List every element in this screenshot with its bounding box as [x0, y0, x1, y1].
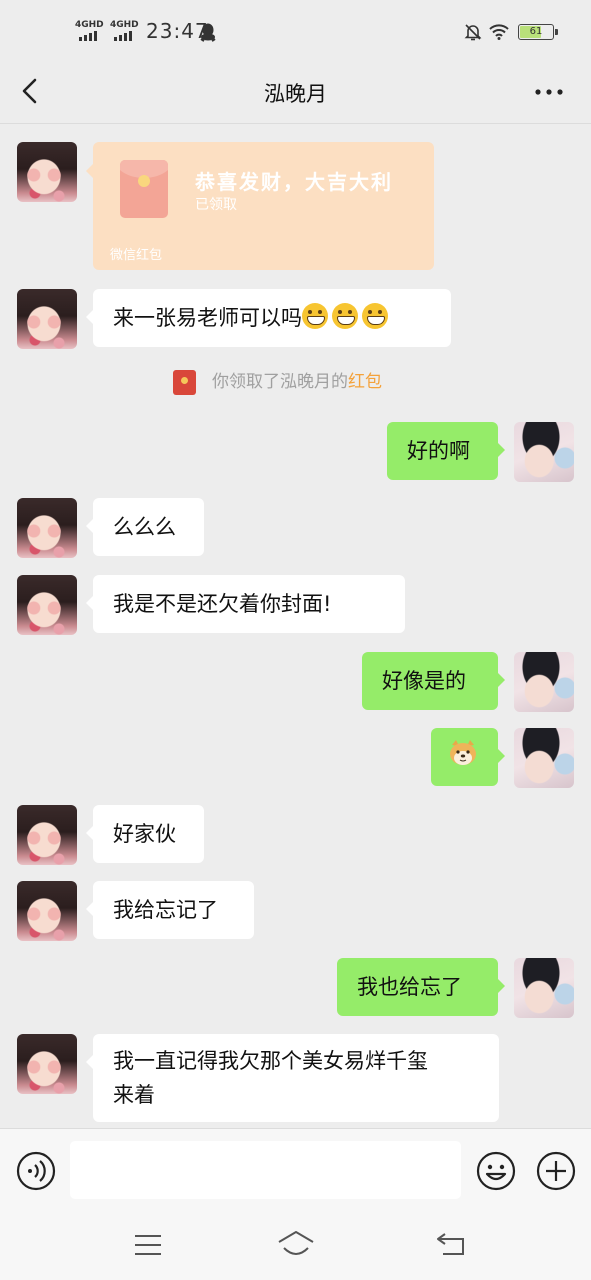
battery-level: 61: [529, 26, 543, 37]
home-icon[interactable]: [276, 1228, 316, 1260]
message-bubble[interactable]: 好的啊: [387, 422, 505, 480]
cellular-signal-1: 4GHD: [75, 20, 104, 42]
message-bubble[interactable]: 我是不是还欠着你封面!: [86, 575, 405, 633]
voice-icon[interactable]: [16, 1151, 56, 1191]
avatar[interactable]: [17, 498, 77, 558]
message-text: 来一张易老师可以吗: [113, 306, 302, 330]
avatar[interactable]: [514, 422, 574, 482]
message-bubble[interactable]: 我也给忘了: [337, 958, 505, 1016]
do-not-disturb-icon: [464, 24, 482, 41]
more-dots-icon[interactable]: [530, 78, 570, 106]
grin-emoji-icon: [332, 303, 358, 329]
wifi-icon: [489, 24, 509, 40]
message-text-line-2: 来着: [113, 1083, 155, 1107]
system-navigation-bar: [0, 1212, 591, 1280]
menu-icon[interactable]: [133, 1232, 163, 1258]
battery-icon: 61: [518, 24, 558, 40]
signal-label-1: 4GHD: [75, 20, 104, 30]
cellular-signal-2: 4GHD: [110, 20, 139, 42]
grin-emoji-icon: [362, 303, 388, 329]
back-icon[interactable]: [435, 1230, 467, 1258]
avatar[interactable]: [514, 958, 574, 1018]
system-message-text: 你领取了泓晚月的红包: [212, 368, 382, 396]
message-bubble[interactable]: 好像是的: [362, 652, 505, 710]
message-bubble[interactable]: 来一张易老师可以吗: [86, 289, 451, 347]
message-text: 好家伙: [113, 822, 176, 846]
message-bubble[interactable]: 我给忘记了: [86, 881, 254, 939]
signal-bars-icon: [79, 31, 97, 41]
message-bubble[interactable]: 我一直记得我欠那个美女易烊千玺 来着: [86, 1034, 499, 1122]
avatar[interactable]: [17, 289, 77, 349]
red-packet-link[interactable]: 红包: [348, 372, 382, 392]
message-text: 好的啊: [407, 439, 470, 463]
red-packet-message[interactable]: 恭喜发财，大吉大利 已领取 微信红包: [86, 142, 434, 270]
doge-emoji-icon: [450, 740, 476, 765]
coin-icon: [138, 175, 150, 187]
message-text: 我是不是还欠着你封面!: [113, 592, 332, 616]
message-text: 我也给忘了: [357, 975, 462, 999]
avatar[interactable]: [514, 652, 574, 712]
chat-header: 泓晚月: [0, 60, 591, 124]
avatar[interactable]: [17, 805, 77, 865]
message-text-line-1: 我一直记得我欠那个美女易烊千玺: [113, 1049, 428, 1073]
red-packet-status: 已领取: [195, 197, 237, 213]
chat-title: 泓晚月: [264, 82, 327, 106]
red-packet-footer: 微信红包: [110, 248, 163, 263]
red-packet-icon: [173, 370, 196, 395]
qq-icon: [200, 23, 216, 42]
avatar[interactable]: [17, 142, 77, 202]
signal-bars-icon: [114, 31, 132, 41]
avatar[interactable]: [17, 575, 77, 635]
message-bubble[interactable]: 么么么: [86, 498, 204, 556]
message-list: 恭喜发财，大吉大利 已领取 微信红包 来一张易老师可以吗 你领取了泓晚月的红包 …: [0, 124, 591, 1128]
emoji-icon[interactable]: [476, 1151, 516, 1191]
avatar[interactable]: [17, 1034, 77, 1094]
message-text: 好像是的: [382, 669, 466, 693]
plus-icon[interactable]: [536, 1151, 576, 1191]
message-text: 么么么: [113, 515, 176, 539]
system-message-prefix: 你领取了泓晚月的: [212, 372, 348, 392]
message-input[interactable]: [70, 1141, 461, 1199]
input-bar: [0, 1128, 591, 1212]
avatar[interactable]: [17, 881, 77, 941]
red-packet-title: 恭喜发财，大吉大利: [195, 170, 393, 194]
avatar[interactable]: [514, 728, 574, 788]
message-bubble[interactable]: 好家伙: [86, 805, 204, 863]
status-bar: 4GHD 4GHD 23:47 61: [0, 0, 591, 60]
message-text: 我给忘记了: [113, 898, 218, 922]
signal-label-2: 4GHD: [110, 20, 139, 30]
grin-emoji-icon: [302, 303, 328, 329]
red-packet-icon: [120, 160, 168, 218]
